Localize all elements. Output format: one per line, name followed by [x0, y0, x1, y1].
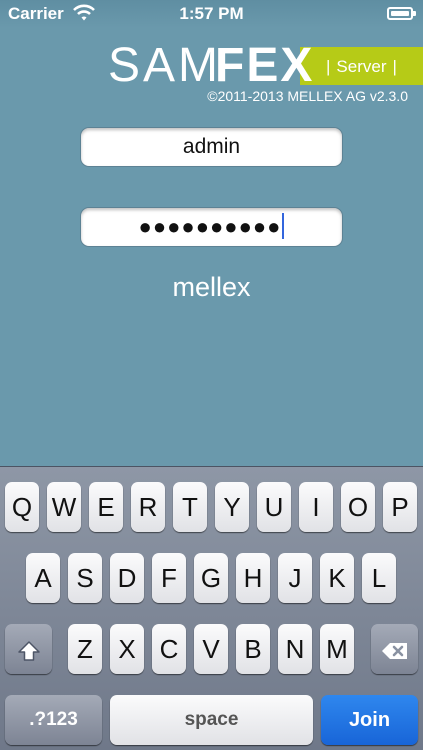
key-f[interactable]: F	[152, 553, 186, 603]
key-k[interactable]: K	[320, 553, 354, 603]
key-z[interactable]: Z	[68, 624, 102, 674]
key-t[interactable]: T	[173, 482, 207, 532]
server-label: Server	[336, 57, 387, 76]
organization-label: mellex	[172, 272, 251, 302]
key-j[interactable]: J	[278, 553, 312, 603]
copyright-version: ©2011-2013 MELLEX AG v2.3.0	[207, 88, 408, 104]
key-c[interactable]: C	[152, 624, 186, 674]
text-cursor	[282, 213, 285, 240]
clock: 1:57 PM	[179, 4, 244, 23]
key-v[interactable]: V	[194, 624, 228, 674]
separator: |	[392, 57, 397, 76]
key-n[interactable]: N	[278, 624, 312, 674]
password-field[interactable]: ●●●●●●●●●●	[80, 207, 343, 247]
battery-icon	[387, 7, 416, 20]
status-bar: Carrier 1:57 PM	[0, 0, 423, 28]
key-u[interactable]: U	[257, 482, 291, 532]
username-value: admin	[182, 135, 241, 158]
separator: |	[326, 57, 331, 76]
key-l[interactable]: L	[362, 553, 396, 603]
logo-fex: FEX	[215, 39, 315, 92]
key-x[interactable]: X	[110, 624, 144, 674]
space-key[interactable]: space	[110, 695, 313, 745]
key-h[interactable]: H	[236, 553, 270, 603]
backspace-icon	[381, 634, 409, 664]
key-w[interactable]: W	[47, 482, 81, 532]
logo-sam: SAM	[108, 39, 222, 92]
join-button[interactable]: Join	[321, 695, 418, 745]
key-d[interactable]: D	[110, 553, 144, 603]
key-m[interactable]: M	[320, 624, 354, 674]
username-field[interactable]: admin	[80, 127, 343, 167]
key-i[interactable]: I	[299, 482, 333, 532]
server-button[interactable]: | Server |	[320, 57, 403, 77]
key-g[interactable]: G	[194, 553, 228, 603]
password-value: ●●●●●●●●●●	[138, 214, 282, 239]
key-e[interactable]: E	[89, 482, 123, 532]
key-a[interactable]: A	[26, 553, 60, 603]
shift-icon	[17, 634, 41, 664]
key-q[interactable]: Q	[5, 482, 39, 532]
key-o[interactable]: O	[341, 482, 375, 532]
key-p[interactable]: P	[383, 482, 417, 532]
key-b[interactable]: B	[236, 624, 270, 674]
key-r[interactable]: R	[131, 482, 165, 532]
numbers-key[interactable]: .?123	[5, 695, 102, 745]
backspace-key[interactable]	[371, 624, 418, 674]
key-s[interactable]: S	[68, 553, 102, 603]
shift-key[interactable]	[5, 624, 52, 674]
key-y[interactable]: Y	[215, 482, 249, 532]
keyboard: Q W E R T Y U I O P A S D F G H J K L Z …	[0, 466, 423, 750]
